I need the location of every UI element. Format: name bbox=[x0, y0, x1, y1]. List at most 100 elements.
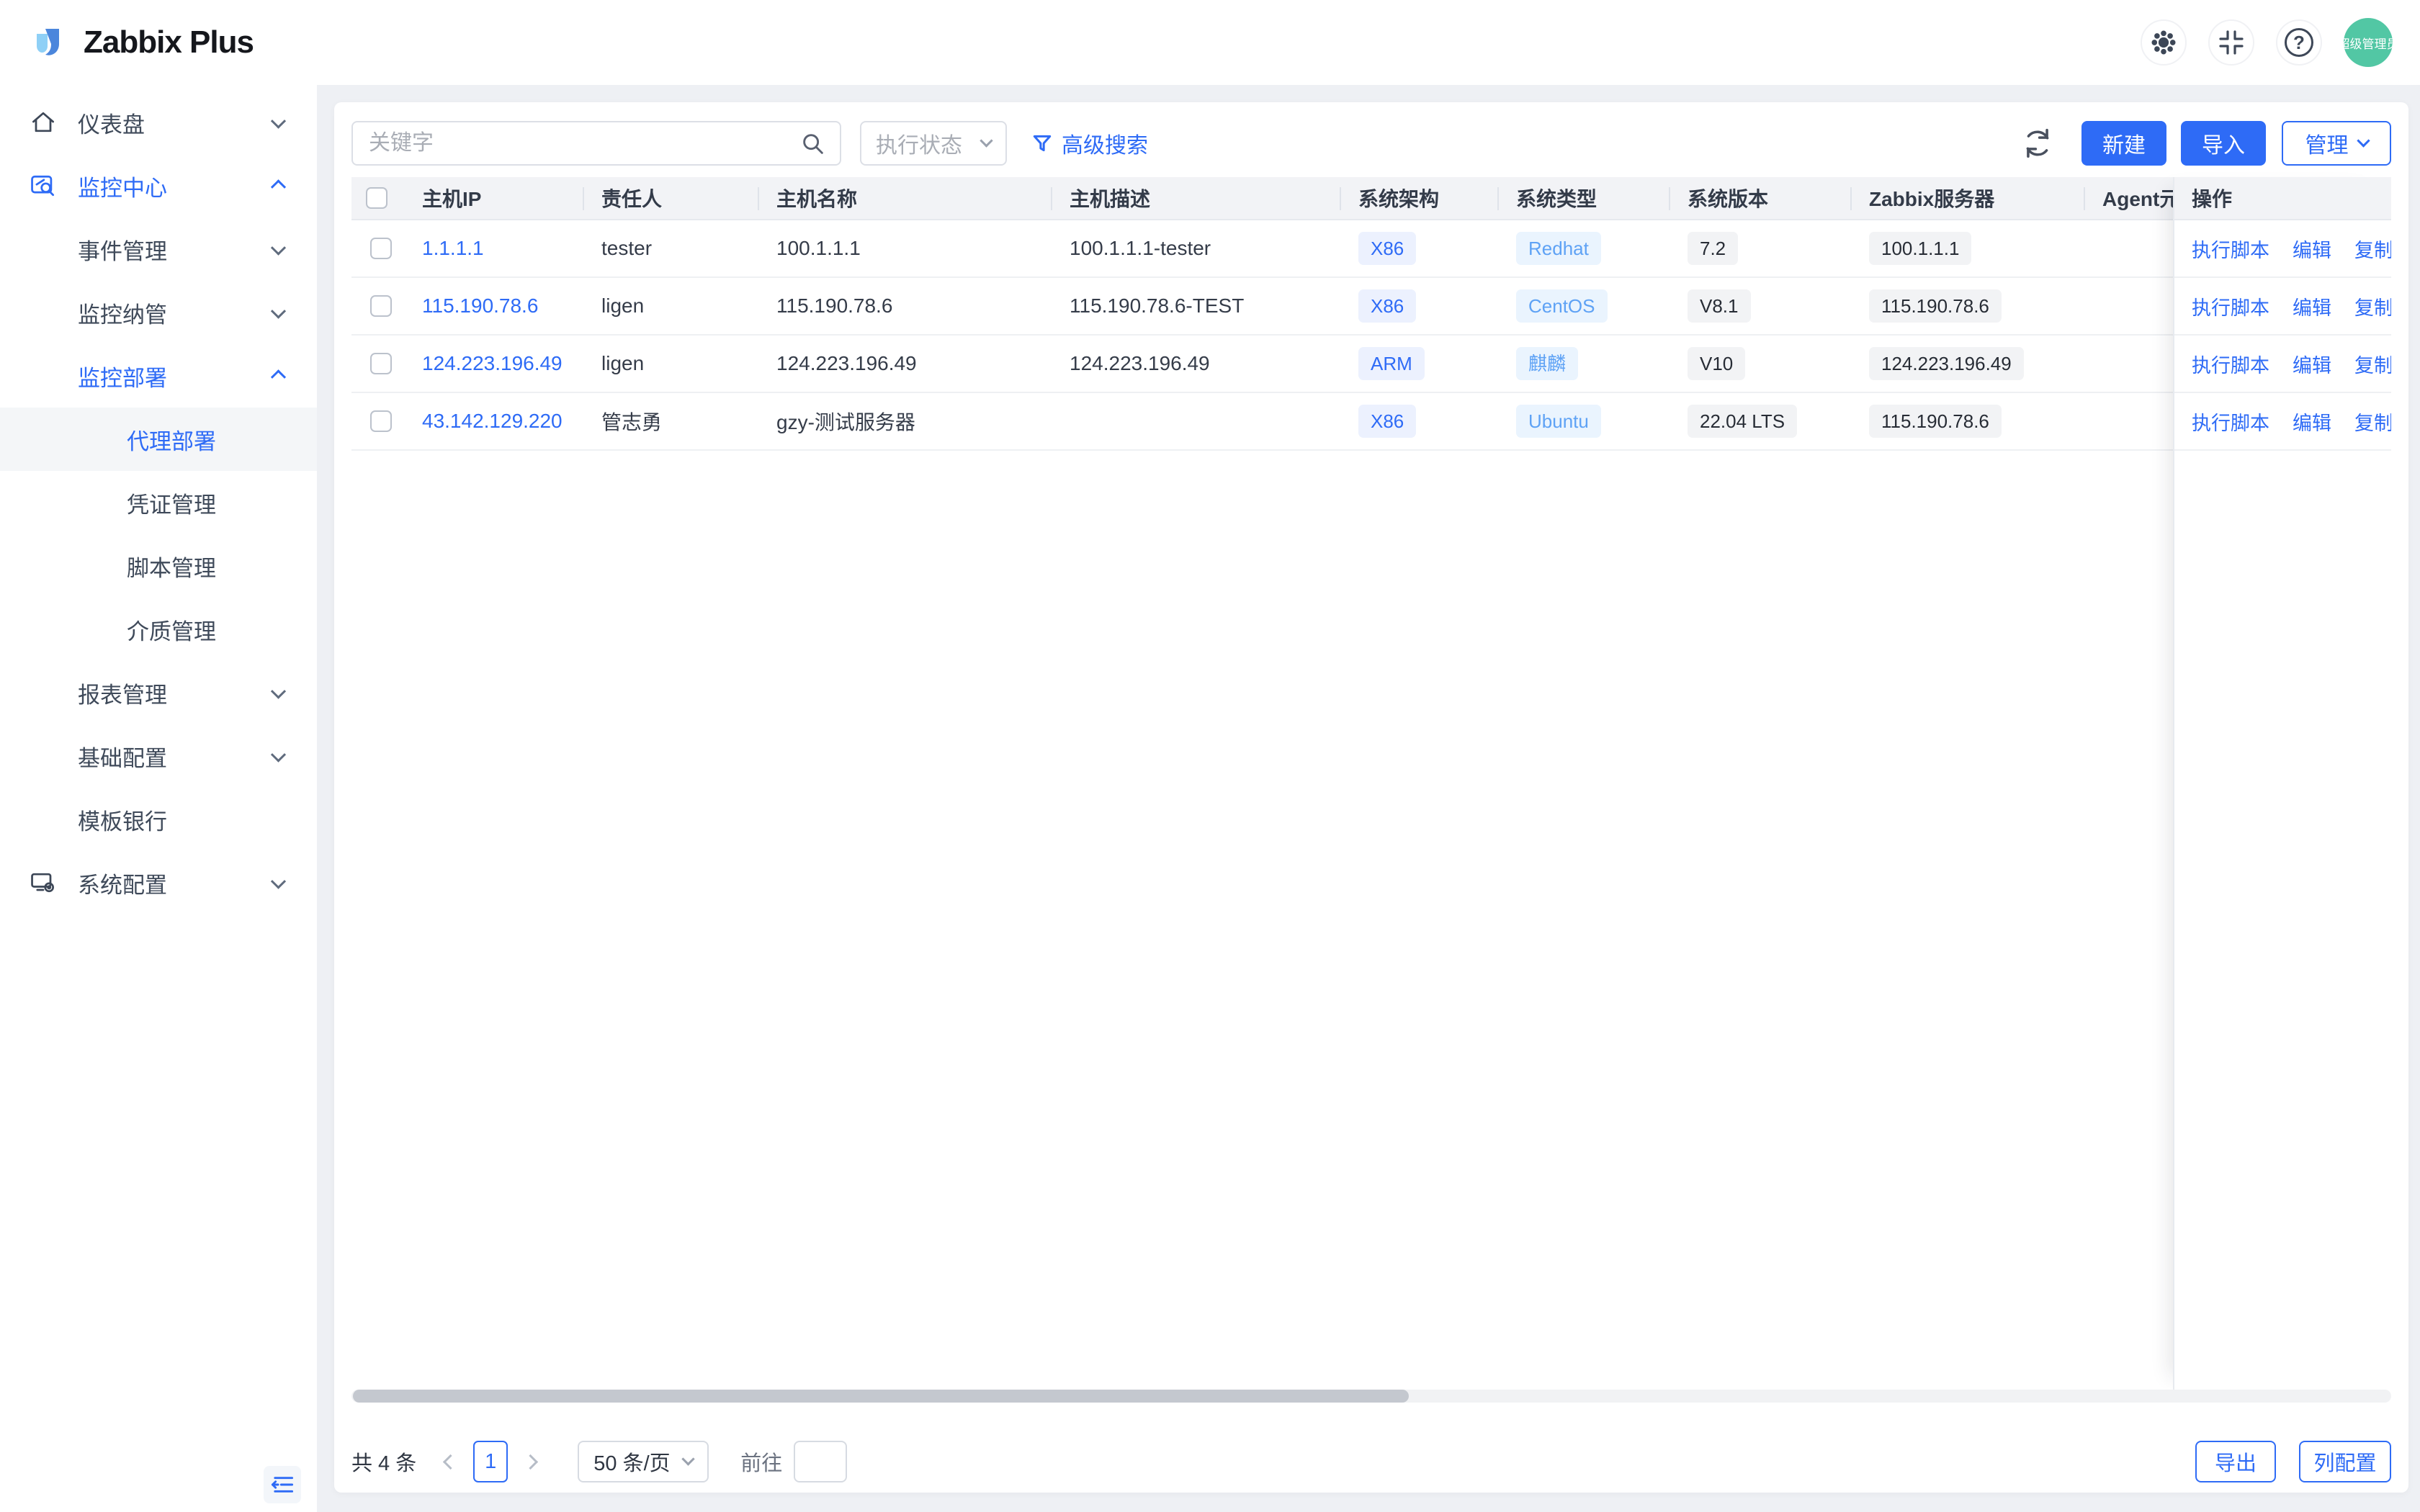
action-run-script[interactable]: 执行脚本 bbox=[2192, 408, 2269, 436]
col-header-zabbix-server: Zabbix服务器 bbox=[1850, 177, 2084, 220]
host-desc-cell bbox=[1051, 393, 1340, 451]
header-checkbox[interactable] bbox=[366, 187, 387, 209]
sidebar-item-monitor-center[interactable]: 监控中心 bbox=[0, 154, 317, 217]
manage-button[interactable]: 管理 bbox=[2282, 121, 2391, 166]
action-edit[interactable]: 编辑 bbox=[2293, 235, 2331, 263]
status-select[interactable]: 执行状态 bbox=[860, 121, 1007, 166]
fullscreen-button[interactable] bbox=[2208, 19, 2254, 66]
avatar[interactable]: 超级管理员 bbox=[2344, 18, 2393, 67]
zabbix-server-tag: 100.1.1.1 bbox=[1869, 232, 1971, 266]
arch-tag: ARM bbox=[1358, 347, 1425, 381]
action-edit[interactable]: 编辑 bbox=[2293, 292, 2331, 320]
sidebar-item-basic-config[interactable]: 基础配置 bbox=[0, 724, 317, 788]
host-ip-link[interactable]: 115.190.78.6 bbox=[422, 294, 538, 318]
sidebar-item-label: 基础配置 bbox=[78, 740, 167, 773]
os-version-tag-cell: 22.04 LTS bbox=[1669, 393, 1850, 451]
col-header-select bbox=[351, 177, 403, 220]
zabbix-server-tag-cell: 115.190.78.6 bbox=[1850, 393, 2084, 451]
action-copy[interactable]: 复制 bbox=[2354, 235, 2391, 263]
refresh-button[interactable] bbox=[2021, 127, 2054, 160]
row-checkbox[interactable] bbox=[370, 410, 392, 432]
host-name-cell: 115.190.78.6 bbox=[758, 278, 1051, 336]
row-select-cell bbox=[351, 220, 403, 278]
arch-tag: X86 bbox=[1358, 289, 1416, 323]
action-copy[interactable]: 复制 bbox=[2354, 292, 2391, 320]
action-copy[interactable]: 复制 bbox=[2354, 350, 2391, 378]
host-ip-cell: 1.1.1.1 bbox=[403, 220, 583, 278]
zabbix-server-tag: 115.190.78.6 bbox=[1869, 289, 2002, 323]
zabbix-server-tag-cell: 124.223.196.49 bbox=[1850, 336, 2084, 393]
help-button[interactable]: ? bbox=[2276, 19, 2322, 66]
owner-cell: 管志勇 bbox=[583, 393, 758, 451]
total-count: 共 4 条 bbox=[351, 1446, 416, 1477]
sidebar-item-monitor-deploy[interactable]: 监控部署 bbox=[0, 344, 317, 408]
owner-cell: ligen bbox=[583, 336, 758, 393]
sidebar-item-media-management[interactable]: 介质管理 bbox=[0, 598, 317, 661]
next-page-icon[interactable] bbox=[523, 1454, 538, 1469]
chevron-down-icon bbox=[271, 747, 286, 762]
prev-page-icon[interactable] bbox=[443, 1454, 458, 1469]
export-button[interactable]: 导出 bbox=[2195, 1441, 2276, 1482]
action-run-script[interactable]: 执行脚本 bbox=[2192, 235, 2269, 263]
zabbix-server-tag-cell: 115.190.78.6 bbox=[1850, 278, 2084, 336]
import-button[interactable]: 导入 bbox=[2181, 121, 2266, 166]
host-ip-cell: 124.223.196.49 bbox=[403, 336, 583, 393]
collapse-sidebar-button[interactable] bbox=[264, 1466, 301, 1503]
goto-page-input[interactable] bbox=[794, 1441, 847, 1482]
sidebar-item-script-management[interactable]: 脚本管理 bbox=[0, 534, 317, 598]
theme-toggle-button[interactable] bbox=[2141, 19, 2187, 66]
row-checkbox[interactable] bbox=[370, 353, 392, 374]
row-checkbox[interactable] bbox=[370, 295, 392, 317]
sidebar-item-system-config[interactable]: 系统配置 bbox=[0, 851, 317, 914]
advanced-search-link[interactable]: 高级搜索 bbox=[1031, 127, 1148, 159]
host-desc-cell: 115.190.78.6-TEST bbox=[1051, 278, 1340, 336]
goto-label: 前往 bbox=[740, 1446, 782, 1477]
footer-actions: 导出 列配置 bbox=[2195, 1441, 2391, 1482]
sidebar-item-event-management[interactable]: 事件管理 bbox=[0, 217, 317, 281]
os-type-tag: 麒麟 bbox=[1516, 347, 1578, 381]
host-ip-link[interactable]: 43.142.129.220 bbox=[422, 410, 563, 433]
host-ip-link[interactable]: 124.223.196.49 bbox=[422, 352, 563, 375]
scrollbar-thumb[interactable] bbox=[353, 1390, 1409, 1403]
search-icon bbox=[799, 130, 827, 158]
page-number[interactable]: 1 bbox=[473, 1441, 508, 1482]
host-desc-cell: 100.1.1.1-tester bbox=[1051, 220, 1340, 278]
action-copy[interactable]: 复制 bbox=[2354, 408, 2391, 436]
sidebar-item-label: 监控中心 bbox=[78, 170, 167, 202]
host-ip-link[interactable]: 1.1.1.1 bbox=[422, 237, 484, 260]
sidebar-item-agent-deploy[interactable]: 代理部署 bbox=[0, 408, 317, 471]
row-checkbox[interactable] bbox=[370, 238, 392, 259]
os-version-tag: 7.2 bbox=[1688, 232, 1738, 266]
arch-tag-cell: X86 bbox=[1340, 278, 1497, 336]
action-run-script[interactable]: 执行脚本 bbox=[2192, 350, 2269, 378]
advanced-search-label: 高级搜索 bbox=[1062, 127, 1148, 159]
sidebar-item-label: 事件管理 bbox=[78, 233, 167, 266]
column-config-button[interactable]: 列配置 bbox=[2299, 1441, 2391, 1482]
row-actions-cell: 执行脚本编辑复制 bbox=[2173, 278, 2391, 336]
action-edit[interactable]: 编辑 bbox=[2293, 350, 2331, 378]
action-edit[interactable]: 编辑 bbox=[2293, 408, 2331, 436]
pagination-bar: 共 4 条 1 50 条/页 前往 导出 列配置 bbox=[351, 1439, 2391, 1485]
page-size-select[interactable]: 50 条/页 bbox=[578, 1441, 709, 1482]
sidebar-item-template-bank[interactable]: 模板银行 bbox=[0, 788, 317, 851]
sidebar-item-credential-management[interactable]: 凭证管理 bbox=[0, 471, 317, 534]
goto-group: 前往 bbox=[740, 1441, 847, 1482]
os-type-tag-cell: 麒麟 bbox=[1497, 336, 1669, 393]
logo-icon bbox=[27, 22, 69, 63]
zabbix-server-tag: 115.190.78.6 bbox=[1869, 405, 2002, 438]
search-input[interactable] bbox=[353, 131, 840, 156]
host-name-cell: 124.223.196.49 bbox=[758, 336, 1051, 393]
create-button[interactable]: 新建 bbox=[2081, 121, 2166, 166]
chevron-down-icon bbox=[271, 684, 286, 699]
sidebar-item-label: 凭证管理 bbox=[127, 487, 216, 519]
home-icon bbox=[29, 108, 58, 137]
owner-cell: tester bbox=[583, 220, 758, 278]
sidebar-item-dashboard[interactable]: 仪表盘 bbox=[0, 91, 317, 154]
action-run-script[interactable]: 执行脚本 bbox=[2192, 292, 2269, 320]
sidebar-item-label: 仪表盘 bbox=[78, 107, 145, 139]
sidebar-item-monitor-access[interactable]: 监控纳管 bbox=[0, 281, 317, 344]
sidebar-nav: 仪表盘监控中心事件管理监控纳管监控部署代理部署凭证管理脚本管理介质管理报表管理基… bbox=[0, 91, 317, 914]
sidebar-item-label: 监控纳管 bbox=[78, 297, 167, 329]
sidebar-item-report-management[interactable]: 报表管理 bbox=[0, 661, 317, 724]
app-logo: Zabbix Plus bbox=[27, 22, 254, 63]
